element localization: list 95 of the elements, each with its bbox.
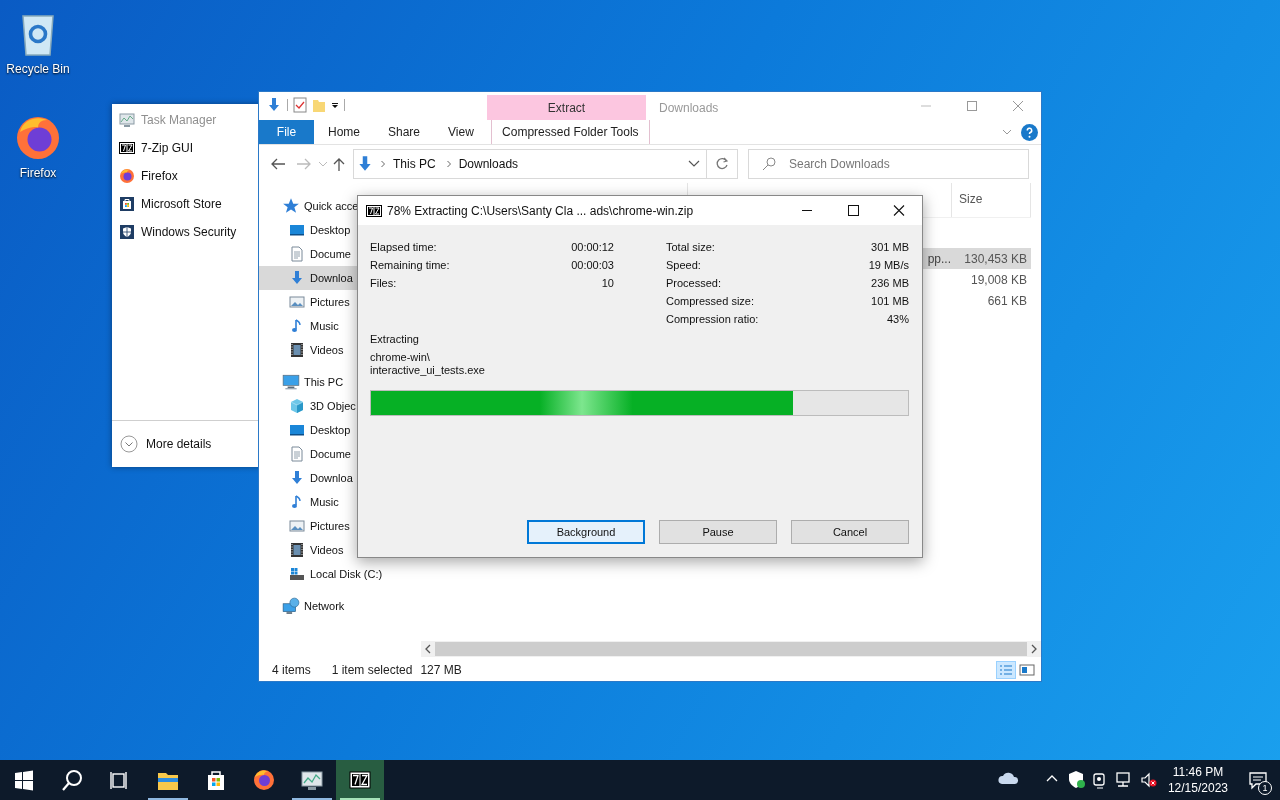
download-arrow-icon	[289, 470, 305, 486]
nav-item[interactable]: 3D Objec	[259, 394, 421, 418]
network-icon	[282, 597, 300, 615]
jump-list-item[interactable]: Firefox	[112, 162, 262, 190]
monitor-chart-icon	[119, 112, 135, 128]
monitor-chart-icon	[301, 769, 323, 791]
dialog-button[interactable]: Pause	[659, 520, 777, 544]
desktop-icon	[289, 422, 305, 438]
window-title: Downloads	[659, 100, 719, 117]
film-icon	[289, 342, 305, 358]
more-details-button[interactable]: More details	[112, 421, 262, 467]
nav-item[interactable]: Downloa	[259, 466, 421, 490]
ribbon-tab[interactable]: File	[259, 120, 314, 144]
picture-icon	[289, 518, 305, 534]
desktop-icon-label[interactable]: Recycle Bin	[6, 62, 70, 76]
search-icon	[762, 157, 776, 171]
help-icon[interactable]	[1021, 123, 1038, 141]
dialog-button[interactable]: Cancel	[791, 520, 909, 544]
stat-label: Elapsed time:	[370, 239, 437, 255]
nav-item[interactable]: Docume	[259, 442, 421, 466]
desktop-icon-label[interactable]: Firefox	[19, 166, 57, 180]
desktop-icon	[289, 222, 305, 238]
drive-icon	[289, 566, 305, 582]
document-icon	[289, 446, 305, 462]
stat-label: Total size:	[666, 239, 715, 255]
document-icon	[289, 246, 305, 262]
star-icon	[282, 197, 300, 215]
stat-value: 10	[601, 275, 614, 291]
dialog-button[interactable]: Background	[527, 520, 645, 544]
film-icon	[289, 542, 305, 558]
shopping-bag-icon	[205, 769, 227, 791]
download-arrow-icon[interactable]	[266, 97, 282, 113]
seven-zip-icon	[349, 769, 371, 791]
ribbon-tab[interactable]: Share	[374, 120, 435, 144]
shield-icon	[119, 224, 135, 240]
firefox-icon	[119, 168, 135, 184]
selection-count: 1 item selected	[331, 662, 413, 679]
stat-value: 301 MB	[871, 239, 909, 255]
stat-value: 43%	[886, 311, 909, 327]
stat-label: Processed:	[666, 275, 722, 291]
firefox-icon[interactable]	[14, 114, 62, 162]
search-icon	[61, 769, 83, 791]
download-arrow-icon	[289, 270, 305, 286]
firefox-icon	[253, 769, 275, 791]
ribbon-tab[interactable]: View	[434, 120, 488, 144]
extract-context-tab[interactable]: Extract	[487, 95, 646, 120]
stat-value: 00:00:12	[571, 239, 614, 255]
picture-icon	[289, 294, 305, 310]
clock[interactable]: 11:46 PM 12/15/2023	[1159, 764, 1236, 796]
dialog-title: 78% Extracting C:\Users\Santy Cla ... ads\chrome-win.zip	[387, 202, 694, 220]
tiles-view-icon[interactable]	[1019, 661, 1035, 679]
horizontal-scrollbar[interactable]	[421, 641, 1041, 657]
seven-zip-icon	[366, 202, 382, 219]
breadcrumb-chevron-icon	[381, 160, 386, 168]
stat-value: 101 MB	[871, 293, 909, 309]
jump-list-item[interactable]: 7-Zip GUI	[112, 134, 262, 162]
nav-item[interactable]: Videos	[259, 538, 421, 562]
stat-label: Compression ratio:	[666, 311, 759, 327]
breadcrumb-chevron-icon	[446, 160, 452, 168]
search-field[interactable]: Search Downloads	[748, 149, 1029, 179]
nav-item[interactable]: Pictures	[259, 290, 421, 314]
stat-value: 236 MB	[871, 275, 909, 291]
nav-item[interactable]: Pictures	[259, 514, 421, 538]
stat-label: Speed:	[666, 257, 701, 273]
back-arrow-icon[interactable]	[269, 157, 287, 171]
nav-item[interactable]: Network	[259, 594, 421, 618]
address-bar[interactable]: This PC Downloads	[353, 149, 738, 179]
item-count: 4 items	[272, 662, 311, 679]
seven-zip-icon	[119, 140, 135, 156]
message-icon	[1248, 770, 1268, 790]
shopping-bag-icon	[119, 196, 135, 212]
nav-item[interactable]: Desktop	[259, 418, 421, 442]
cube-icon	[289, 398, 305, 414]
expand-circle-icon	[120, 435, 138, 453]
stat-value: 00:00:03	[571, 257, 614, 273]
jump-list-item[interactable]: Microsoft Store	[112, 190, 262, 218]
ribbon-tab[interactable]: Compressed Folder Tools	[490, 120, 650, 144]
stat-label: Files:	[370, 275, 397, 291]
operation-label: Extracting	[370, 332, 420, 347]
jump-list-item[interactable]: Windows Security	[112, 218, 262, 246]
current-file-path: interactive_ui_tests.exe	[370, 364, 486, 377]
notification-button[interactable]: 1	[1236, 760, 1280, 800]
selection-size: 127 MB	[420, 662, 462, 679]
ribbon-tab[interactable]: Home	[314, 120, 374, 144]
computer-icon	[282, 373, 300, 391]
nav-item[interactable]: Music	[259, 490, 421, 514]
current-file-path: chrome-win\	[370, 351, 431, 364]
taskbar-button[interactable]	[336, 760, 384, 800]
nav-item[interactable]: Desktop	[259, 218, 421, 242]
nav-item[interactable]: Local Disk (C:)	[259, 562, 421, 586]
stat-label: Compressed size:	[666, 293, 755, 309]
start-icon	[13, 769, 35, 791]
stat-value: 19 MB/s	[868, 257, 909, 273]
dropdown-caret-icon[interactable]	[331, 101, 339, 109]
properties-check-icon[interactable]	[293, 97, 307, 113]
